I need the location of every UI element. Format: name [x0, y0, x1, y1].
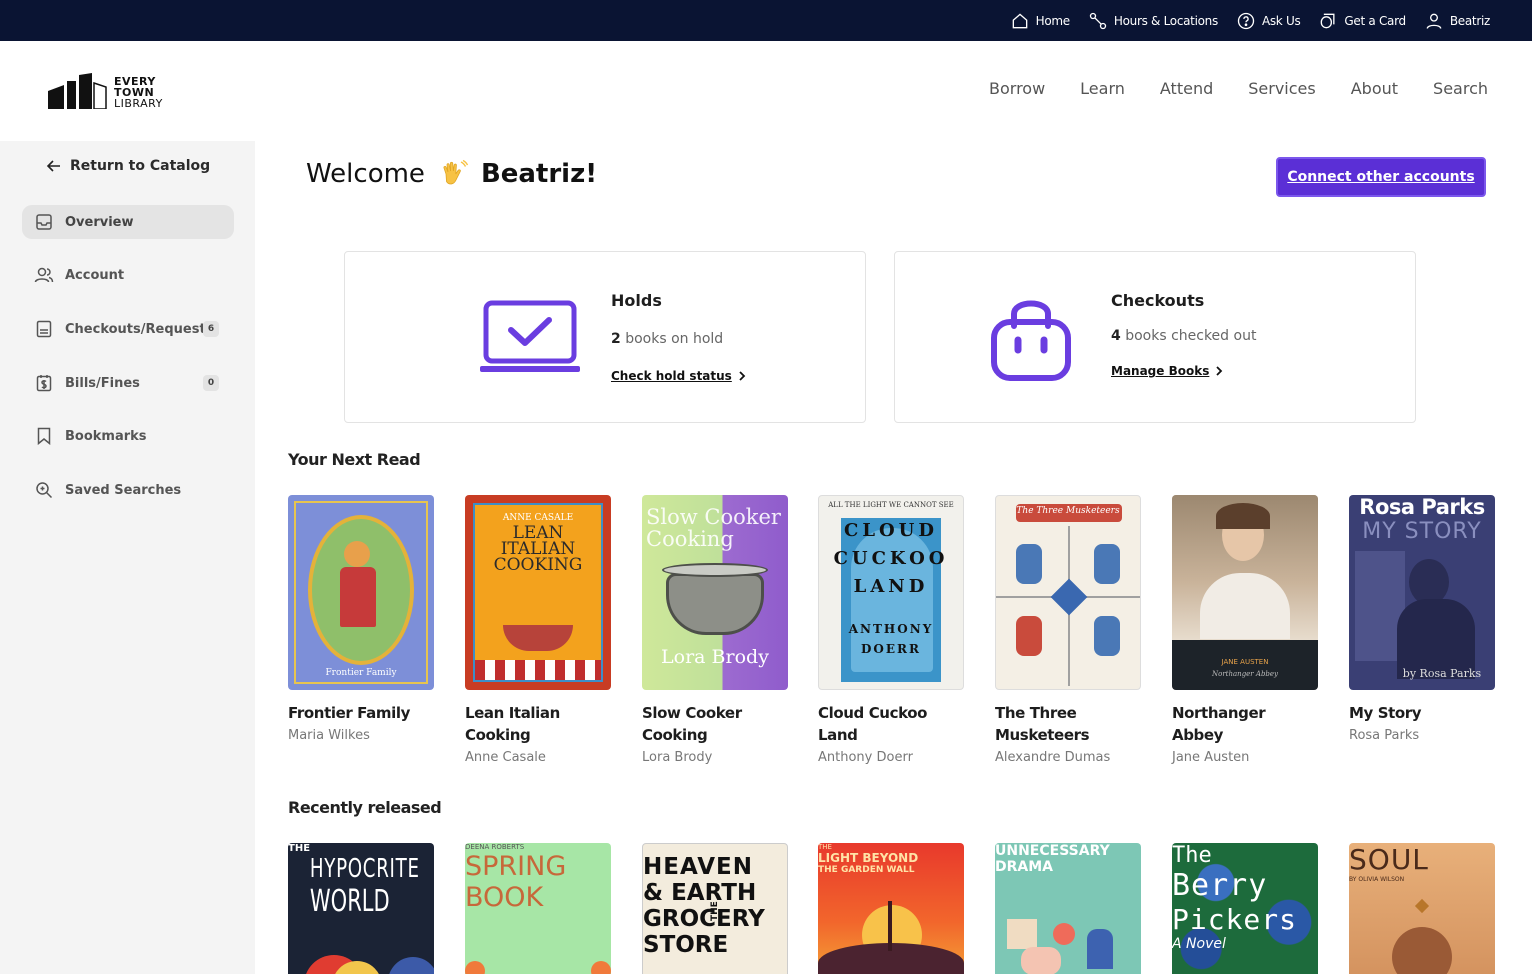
route-icon	[1089, 12, 1107, 29]
bookmark-icon	[34, 426, 54, 446]
book-cover-light-beyond-garden-wall[interactable]: THE LIGHT BEYOND THE GARDEN WALL	[818, 843, 964, 974]
book-card[interactable]: THE LIGHT BEYOND THE GARDEN WALL	[818, 843, 964, 974]
welcome-heading: Welcome Beatriz!	[306, 158, 597, 190]
holds-description: 2 books on hold	[611, 331, 724, 347]
book-card[interactable]: JANE AUSTEN Northanger Abbey Northanger …	[1172, 495, 1318, 765]
user-icon	[1426, 13, 1442, 29]
book-card[interactable]: ANNE CASALE LEAN ITALIAN COOKING Lean It…	[465, 495, 611, 765]
book-card[interactable]: Rosa Parks MY STORY by Rosa Parks My Sto…	[1349, 495, 1495, 743]
recently-released-heading: Recently released	[288, 798, 442, 817]
checkouts-count-badge: 6	[203, 321, 219, 337]
book-card[interactable]: Slow Cooker Cooking Lora Brody Slow Cook…	[642, 495, 788, 765]
nav-borrow[interactable]: Borrow	[989, 79, 1045, 98]
connect-accounts-button[interactable]: Connect other accounts	[1276, 157, 1486, 197]
main-header: EVERY TOWN LIBRARY Borrow Learn Attend S…	[0, 41, 1532, 141]
book-cover-berry-pickers[interactable]: The Berry Pickers A Novel	[1172, 843, 1318, 974]
card-icon	[1321, 13, 1335, 28]
book-cover-three-musketeers[interactable]: The Three Musketeers	[995, 495, 1141, 690]
list-icon	[34, 319, 54, 339]
get-card-link[interactable]: Get a Card	[1318, 11, 1406, 31]
book-card[interactable]: UNNECESSARY DRAMA	[995, 843, 1141, 974]
manage-books-link[interactable]: Manage Books	[1111, 364, 1223, 378]
book-cover-slow-cooker-cooking[interactable]: Slow Cooker Cooking Lora Brody	[642, 495, 788, 690]
hours-locations-link[interactable]: Hours & Locations	[1088, 11, 1218, 31]
bills-count-badge: 0	[203, 375, 219, 391]
dollar-icon	[34, 373, 54, 393]
sidebar: Return to Catalog Overview Account Check…	[0, 141, 255, 974]
users-icon	[34, 265, 54, 285]
book-card[interactable]: THE HYPOCRITE WORLD	[288, 843, 434, 974]
sidebar-item-saved-searches[interactable]: Saved Searches	[22, 473, 234, 507]
home-icon	[1012, 12, 1027, 28]
book-cover-soul[interactable]: SOUL BY OLIVIA WILSON	[1349, 843, 1495, 974]
sidebar-item-overview[interactable]: Overview	[22, 205, 234, 239]
book-cover-cloud-cuckoo-land[interactable]: ALL THE LIGHT WE CANNOT SEE CLOUD CUCKOO…	[818, 495, 964, 690]
book-card[interactable]: The Berry Pickers A Novel	[1172, 843, 1318, 974]
welcome-user-name: Beatriz!	[480, 159, 598, 189]
book-card[interactable]: SOUL BY OLIVIA WILSON	[1349, 843, 1495, 974]
check-hold-status-link[interactable]: Check hold status	[611, 369, 746, 383]
shopping-bag-icon	[991, 300, 1071, 381]
book-cover-spring-book[interactable]: DEENA ROBERTS SPRING BOOK	[465, 843, 611, 974]
library-logo[interactable]: EVERY TOWN LIBRARY	[46, 73, 163, 109]
ask-us-link[interactable]: Ask Us	[1236, 11, 1301, 31]
book-cover-heaven-earth-grocery-store[interactable]: THE HEAVEN & EARTH GROCERY STORE	[642, 843, 788, 974]
search-icon	[34, 480, 54, 500]
next-read-heading: Your Next Read	[288, 450, 421, 469]
nav-about[interactable]: About	[1351, 79, 1398, 98]
question-icon	[1237, 12, 1255, 29]
book-cover-hypocrite-world[interactable]: THE HYPOCRITE WORLD	[288, 843, 434, 974]
logo-text: EVERY TOWN LIBRARY	[114, 75, 163, 110]
holds-card: Holds 2 books on hold Check hold status	[344, 251, 866, 423]
sidebar-item-bills[interactable]: Bills/Fines 0	[22, 366, 234, 400]
sidebar-item-bookmarks[interactable]: Bookmarks	[22, 419, 234, 453]
return-to-catalog-link[interactable]: Return to Catalog	[46, 158, 210, 174]
nav-learn[interactable]: Learn	[1080, 79, 1125, 98]
checkouts-title: Checkouts	[1111, 291, 1205, 310]
nav-search[interactable]: Search	[1433, 79, 1488, 98]
checkouts-card: Checkouts 4 books checked out Manage Boo…	[894, 251, 1416, 423]
nav-services[interactable]: Services	[1248, 79, 1315, 98]
logo-buildings-icon	[48, 73, 107, 109]
sidebar-item-checkouts[interactable]: Checkouts/Requests 6	[22, 312, 234, 346]
book-cover-frontier-family[interactable]: Frontier Family	[288, 495, 434, 690]
utility-bar: Home Hours & Locations Ask Us Get a Card…	[0, 0, 1532, 41]
user-link[interactable]: Beatriz	[1424, 11, 1490, 31]
chevron-right-icon	[739, 371, 746, 381]
book-cover-northanger-abbey[interactable]: JANE AUSTEN Northanger Abbey	[1172, 495, 1318, 690]
welcome-greeting: Welcome	[306, 159, 425, 189]
arrow-left-icon	[46, 160, 60, 172]
nav-attend[interactable]: Attend	[1160, 79, 1213, 98]
checkouts-description: 4 books checked out	[1111, 328, 1257, 344]
holds-title: Holds	[611, 291, 662, 310]
book-card[interactable]: THE HEAVEN & EARTH GROCERY STORE	[642, 843, 788, 974]
laptop-check-icon	[480, 300, 580, 372]
book-card[interactable]: ALL THE LIGHT WE CANNOT SEE CLOUD CUCKOO…	[818, 495, 964, 765]
book-cover-unnecessary-drama[interactable]: UNNECESSARY DRAMA	[995, 843, 1141, 974]
book-cover-my-story[interactable]: Rosa Parks MY STORY by Rosa Parks	[1349, 495, 1495, 690]
home-link[interactable]: Home	[1010, 11, 1070, 31]
chevron-right-icon	[1216, 366, 1223, 376]
sidebar-item-account[interactable]: Account	[22, 258, 234, 292]
main-nav: Borrow Learn Attend Services About Searc…	[954, 79, 1488, 98]
book-cover-lean-italian-cooking[interactable]: ANNE CASALE LEAN ITALIAN COOKING	[465, 495, 611, 690]
book-card[interactable]: The Three Musketeers The Three Musketeer…	[995, 495, 1141, 765]
book-card[interactable]: Frontier Family Frontier Family Maria Wi…	[288, 495, 434, 743]
inbox-icon	[34, 212, 54, 232]
waving-hand-icon	[443, 159, 469, 185]
book-card[interactable]: DEENA ROBERTS SPRING BOOK	[465, 843, 611, 974]
